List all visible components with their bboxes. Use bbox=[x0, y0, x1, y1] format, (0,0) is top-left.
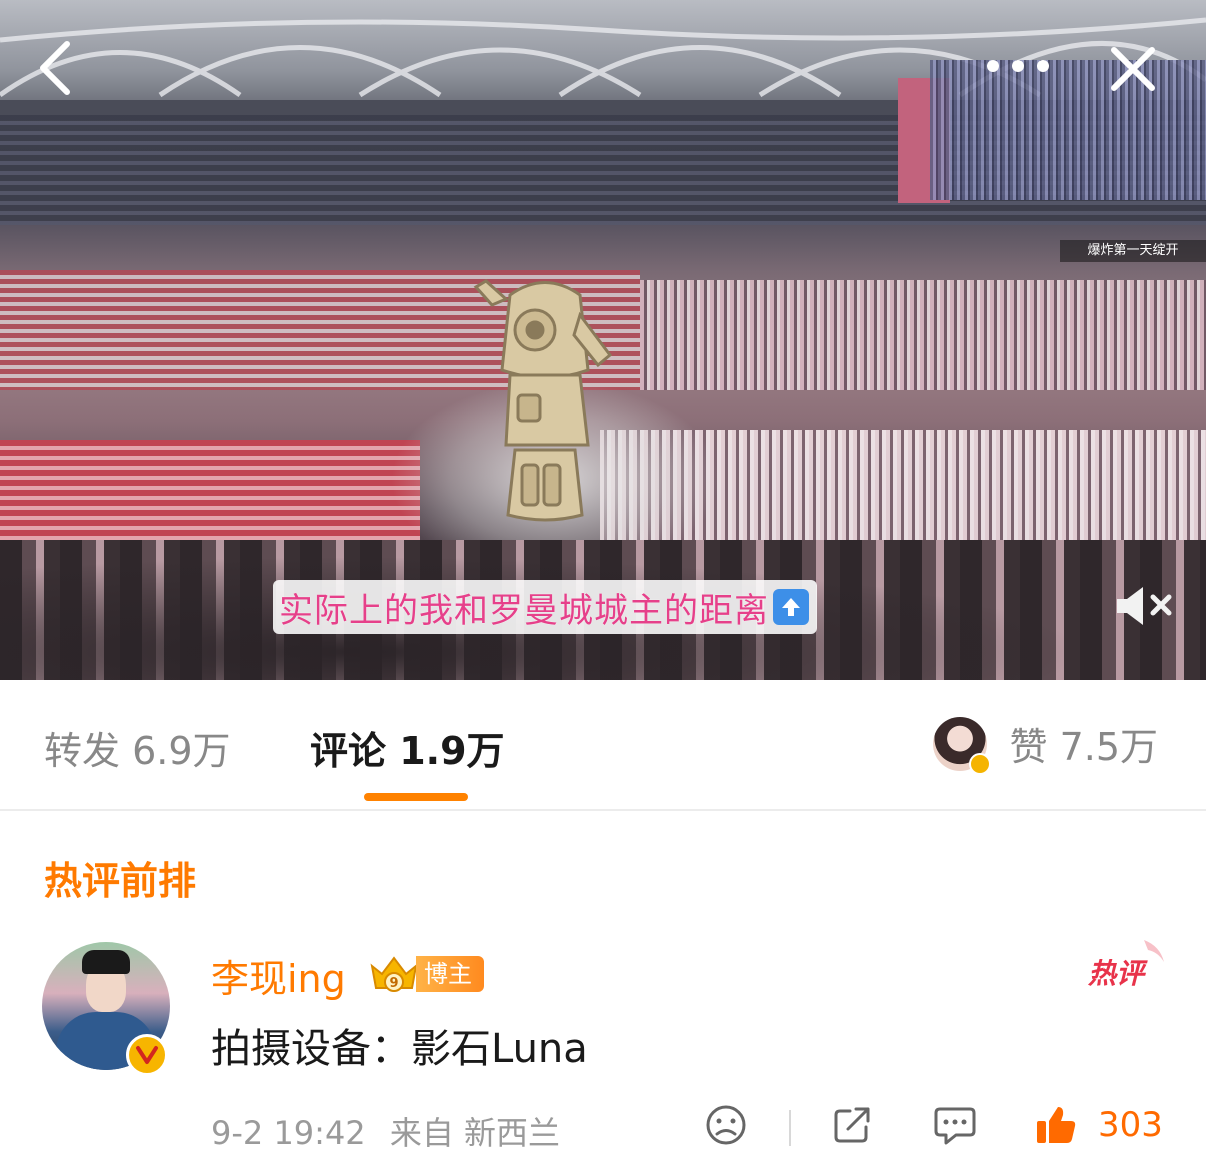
volume-muted-icon bbox=[1117, 587, 1172, 625]
mute-button[interactable] bbox=[1102, 578, 1182, 634]
video-player[interactable]: 爆炸第一天绽开 实际上的我和罗曼城城主的距离 bbox=[0, 0, 1206, 680]
comment-body: 拍摄设备：影石Luna bbox=[211, 1026, 588, 1072]
lower-stands bbox=[0, 440, 420, 550]
verified-icon bbox=[969, 752, 992, 775]
author-badge: 9 博主 bbox=[368, 952, 484, 996]
share-button[interactable] bbox=[830, 1102, 874, 1148]
background-sign: 爆炸第一天绽开 bbox=[1060, 240, 1206, 262]
comment-source: 来自 新西兰 bbox=[389, 1114, 561, 1152]
tab-comment[interactable]: 评论 1.9万 bbox=[310, 720, 505, 775]
active-tab-indicator bbox=[364, 793, 468, 801]
crown-icon: 9 bbox=[370, 956, 418, 992]
comment-date: 9-2 19:42 bbox=[211, 1114, 366, 1152]
chevron-left-icon bbox=[40, 41, 70, 95]
dislike-button[interactable] bbox=[704, 1102, 748, 1148]
commenter-username[interactable]: 李现ing bbox=[211, 948, 346, 1003]
svg-text:9: 9 bbox=[389, 976, 398, 991]
video-caption: 实际上的我和罗曼城城主的距离 bbox=[273, 580, 817, 634]
close-icon bbox=[1111, 47, 1155, 91]
middle-crowd bbox=[640, 280, 1206, 390]
author-badge-label: 博主 bbox=[416, 956, 484, 992]
more-options-button[interactable] bbox=[978, 44, 1058, 88]
interaction-tabs: 转发 6.9万 评论 1.9万 赞 7.5万 bbox=[0, 680, 1206, 810]
giant-robot-figure bbox=[473, 279, 613, 522]
divider bbox=[0, 809, 1206, 811]
up-arrow-emoji-icon bbox=[773, 589, 809, 625]
tab-like-label: 赞 7.5万 bbox=[1009, 725, 1158, 769]
hot-comment-tag: 热评 bbox=[1088, 936, 1170, 992]
comment-item[interactable]: 李现ing 9 博主 热评 拍摄设备：影石Luna 9-2 19:42 来自 新… bbox=[0, 930, 1206, 1176]
tab-repost[interactable]: 转发 6.9万 bbox=[44, 720, 231, 775]
like-button[interactable]: 303 bbox=[1034, 1102, 1163, 1148]
hot-tag-label: 热评 bbox=[1088, 957, 1145, 990]
share-icon bbox=[834, 1107, 870, 1143]
action-divider bbox=[789, 1110, 791, 1146]
close-button[interactable] bbox=[1100, 36, 1166, 102]
back-button[interactable] bbox=[22, 30, 88, 106]
hot-comments-title: 热评前排 bbox=[44, 859, 197, 903]
more-dots-icon bbox=[987, 60, 1049, 72]
thumbs-up-icon bbox=[1037, 1107, 1076, 1143]
avatar bbox=[933, 716, 992, 775]
reply-icon bbox=[934, 1107, 976, 1145]
reply-button[interactable] bbox=[932, 1102, 978, 1148]
verified-badge-icon bbox=[126, 1034, 168, 1076]
caption-text: 实际上的我和罗曼城城主的距离 bbox=[279, 590, 769, 631]
sad-face-icon bbox=[706, 1105, 746, 1145]
tab-like[interactable]: 赞 7.5万 bbox=[933, 716, 1158, 775]
like-count: 303 bbox=[1098, 1105, 1163, 1145]
comment-meta: 9-2 19:42 来自 新西兰 bbox=[211, 1108, 560, 1154]
